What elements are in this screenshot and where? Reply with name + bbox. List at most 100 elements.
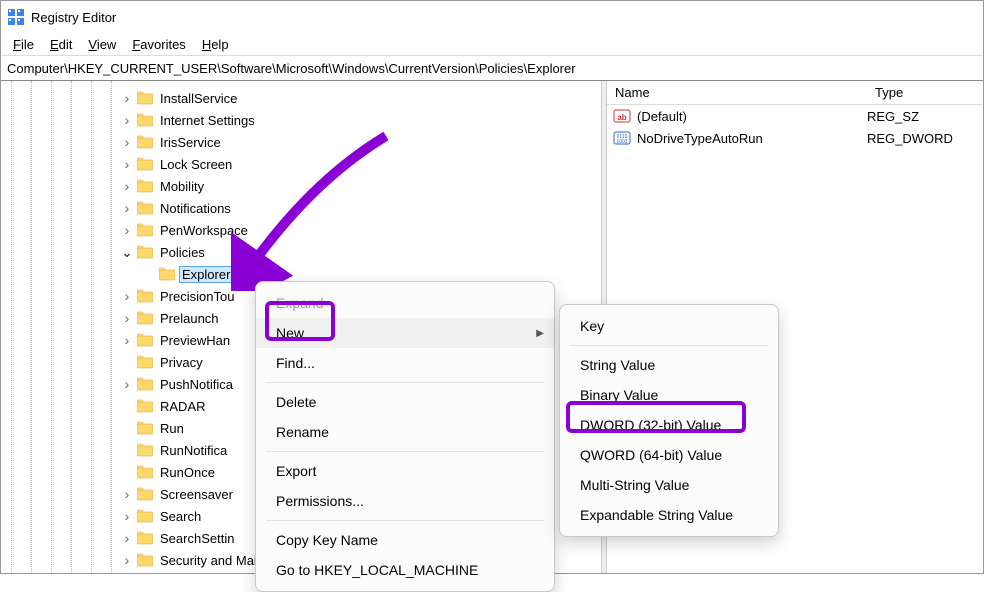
cm-new-string[interactable]: String Value [560, 350, 778, 380]
tree-item-label: Search [157, 508, 204, 525]
expander-none [119, 354, 135, 370]
folder-icon [137, 465, 153, 479]
value-type: REG_SZ [867, 109, 983, 124]
cm-rename[interactable]: Rename [256, 417, 554, 447]
menu-view[interactable]: View [80, 35, 124, 54]
folder-icon [137, 487, 153, 501]
cm-new-qword[interactable]: QWORD (64-bit) Value [560, 440, 778, 470]
tree-item-label: Privacy [157, 354, 206, 371]
cm-export[interactable]: Export [256, 456, 554, 486]
cm-new-key[interactable]: Key [560, 311, 778, 341]
folder-icon [137, 223, 153, 237]
cm-new-binary[interactable]: Binary Value [560, 380, 778, 410]
tree-item[interactable]: › Notifications [119, 197, 313, 219]
chevron-right-icon[interactable]: › [119, 508, 135, 524]
chevron-right-icon[interactable]: › [119, 376, 135, 392]
folder-icon [137, 509, 153, 523]
folder-icon [159, 267, 175, 281]
folder-icon [137, 355, 153, 369]
cm-find[interactable]: Find... [256, 348, 554, 378]
column-type[interactable]: Type [867, 85, 983, 100]
context-menu-main: Expand New ▶ Find... Delete Rename Expor… [255, 281, 555, 592]
tree-item-label: PushNotifica [157, 376, 236, 393]
chevron-right-icon[interactable]: › [119, 178, 135, 194]
menu-favorites[interactable]: Favorites [124, 35, 193, 54]
column-name[interactable]: Name [607, 85, 867, 100]
value-row[interactable]: ab(Default)REG_SZ [607, 105, 983, 127]
cm-separator [266, 382, 544, 383]
dword-value-icon: 01101001 [613, 130, 631, 146]
folder-icon [137, 113, 153, 127]
folder-icon [137, 201, 153, 215]
expander-none [119, 442, 135, 458]
tree-item-label: InstallService [157, 90, 240, 107]
tree-item-label: RunOnce [157, 464, 218, 481]
tree-item[interactable]: › Internet Settings [119, 109, 313, 131]
value-row[interactable]: 01101001NoDriveTypeAutoRunREG_DWORD [607, 127, 983, 149]
menu-file[interactable]: File [5, 35, 42, 54]
cm-goto-hklm[interactable]: Go to HKEY_LOCAL_MACHINE [256, 555, 554, 585]
cm-permissions[interactable]: Permissions... [256, 486, 554, 516]
cm-copy-key[interactable]: Copy Key Name [256, 525, 554, 555]
chevron-right-icon[interactable]: › [119, 552, 135, 568]
folder-icon [137, 135, 153, 149]
cm-separator [266, 520, 544, 521]
chevron-right-icon[interactable]: › [119, 134, 135, 150]
tree-item-label: SearchSettin [157, 530, 237, 547]
menu-help[interactable]: Help [194, 35, 237, 54]
tree-item-label: Run [157, 420, 187, 437]
folder-icon [137, 157, 153, 171]
folder-icon [137, 245, 153, 259]
value-name: NoDriveTypeAutoRun [637, 131, 867, 146]
cm-separator [570, 345, 768, 346]
tree-item[interactable]: › PenWorkspace [119, 219, 313, 241]
chevron-right-icon[interactable]: › [119, 310, 135, 326]
cm-new-expandable[interactable]: Expandable String Value [560, 500, 778, 530]
chevron-right-icon[interactable]: › [119, 90, 135, 106]
tree-item[interactable]: › Lock Screen [119, 153, 313, 175]
tree-item[interactable]: ›Mobility [119, 175, 313, 197]
cm-expand: Expand [256, 288, 554, 318]
chevron-right-icon[interactable]: › [119, 222, 135, 238]
cm-new-multi[interactable]: Multi-String Value [560, 470, 778, 500]
tree-item[interactable]: › InstallService [119, 87, 313, 109]
chevron-right-icon[interactable]: › [119, 486, 135, 502]
address-bar[interactable]: Computer\HKEY_CURRENT_USER\Software\Micr… [1, 55, 983, 81]
tree-item-label: Lock Screen [157, 156, 235, 173]
tree-item-label: RunNotifica [157, 442, 230, 459]
titlebar: Registry Editor [1, 1, 983, 33]
chevron-right-icon[interactable]: › [119, 156, 135, 172]
chevron-down-icon[interactable]: ⌄ [119, 244, 135, 260]
string-value-icon: ab [613, 108, 631, 124]
expander-none [119, 398, 135, 414]
chevron-right-icon: ▶ [536, 328, 544, 339]
cm-new[interactable]: New ▶ [256, 318, 554, 348]
folder-icon [137, 333, 153, 347]
tree-item-label: PreviewHan [157, 332, 233, 349]
folder-icon [137, 289, 153, 303]
tree-item-label: Internet Settings [157, 112, 258, 129]
address-path: Computer\HKEY_CURRENT_USER\Software\Micr… [7, 61, 576, 76]
cm-delete[interactable]: Delete [256, 387, 554, 417]
svg-text:1001: 1001 [616, 139, 627, 145]
svg-text:ab: ab [617, 113, 626, 122]
tree-item[interactable]: ›IrisService [119, 131, 313, 153]
tree-item-label: PenWorkspace [157, 222, 251, 239]
expander-none [119, 464, 135, 480]
menu-edit[interactable]: Edit [42, 35, 80, 54]
context-menu-new: Key String Value Binary Value DWORD (32-… [559, 304, 779, 537]
folder-icon [137, 421, 153, 435]
app-icon [7, 8, 25, 26]
chevron-right-icon[interactable]: › [119, 112, 135, 128]
tree-item-label: Notifications [157, 200, 234, 217]
chevron-right-icon[interactable]: › [119, 200, 135, 216]
chevron-right-icon[interactable]: › [119, 332, 135, 348]
folder-icon [137, 91, 153, 105]
cm-new-dword[interactable]: DWORD (32-bit) Value [560, 410, 778, 440]
chevron-right-icon[interactable]: › [119, 288, 135, 304]
chevron-right-icon[interactable]: › [119, 530, 135, 546]
values-header: Name Type [607, 81, 983, 105]
folder-icon [137, 311, 153, 325]
folder-icon [137, 399, 153, 413]
tree-item[interactable]: ⌄Policies [119, 241, 313, 263]
